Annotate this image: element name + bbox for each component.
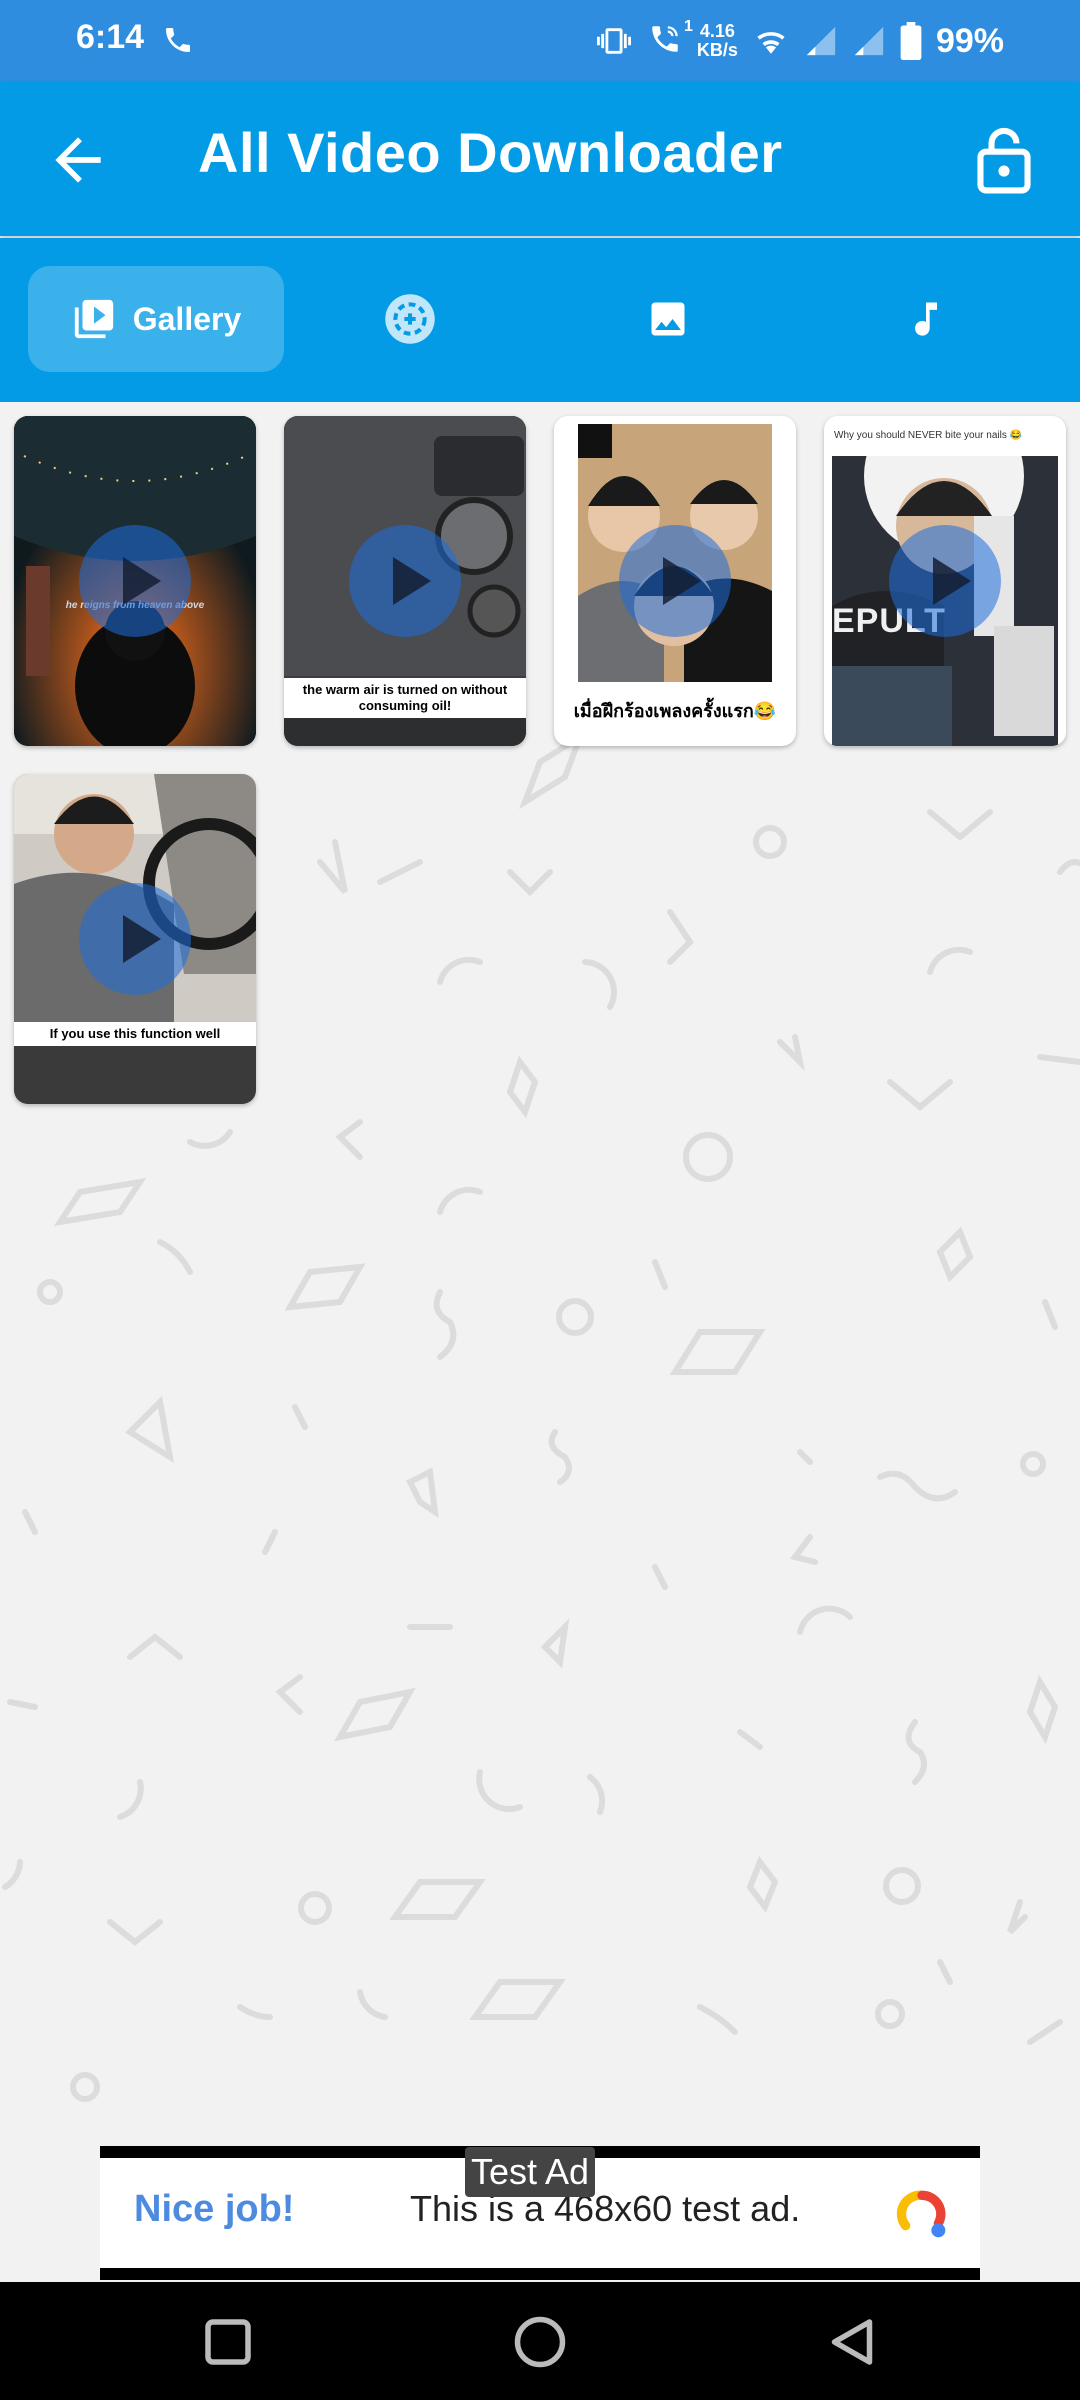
video-gallery-icon bbox=[74, 299, 113, 339]
network-speed-unit: KB/s bbox=[696, 40, 738, 60]
network-speed-value: 4.16 bbox=[699, 21, 735, 41]
tab-gallery[interactable]: Gallery bbox=[28, 266, 284, 372]
tab-gallery-label: Gallery bbox=[132, 300, 242, 337]
wifi-icon bbox=[757, 32, 785, 54]
status-saver-icon bbox=[385, 294, 435, 344]
play-icon bbox=[619, 525, 731, 637]
tab-images[interactable] bbox=[588, 266, 748, 372]
tab-music[interactable] bbox=[846, 266, 1006, 372]
play-icon bbox=[889, 525, 1001, 637]
status-time: 6:14 bbox=[76, 18, 145, 56]
wifi-calling-icon bbox=[652, 25, 678, 52]
gallery-content: he reigns from heaven above the warm air… bbox=[0, 402, 1080, 2144]
play-icon bbox=[79, 525, 191, 637]
unlock-icon[interactable] bbox=[970, 124, 1038, 196]
status-bar: 6:14 1 4.16 KB/s 99% bbox=[0, 0, 1080, 82]
thumbnail-caption: Why you should NEVER bite your nails 😂 bbox=[834, 430, 1023, 441]
status-icons: 1 4.16 KB/s 99% bbox=[595, 14, 1004, 68]
thumbnail-caption: เมื่อฝึกร้องเพลงครั้งแรก😂 bbox=[573, 701, 777, 721]
music-note-icon bbox=[915, 302, 937, 336]
signal-icon-sim2 bbox=[854, 26, 884, 56]
battery-icon bbox=[900, 22, 922, 60]
app-title: All Video Downloader bbox=[198, 121, 783, 184]
video-thumbnail[interactable]: he reigns from heaven above bbox=[14, 416, 256, 746]
test-ad-label: Test Ad bbox=[465, 2147, 596, 2197]
image-icon bbox=[651, 302, 685, 336]
thumbnail-caption: the warm air is turned on without consum… bbox=[284, 678, 526, 718]
system-nav-bar bbox=[0, 2282, 1080, 2400]
vibrate-icon bbox=[596, 28, 631, 54]
call-badge: 1 bbox=[684, 17, 693, 35]
back-arrow-icon[interactable] bbox=[44, 126, 112, 194]
play-icon bbox=[79, 883, 191, 995]
video-thumbnail[interactable]: เมื่อฝึกร้องเพลงครั้งแรก😂 bbox=[554, 416, 796, 746]
video-thumbnail[interactable]: Why you should NEVER bite your nails 😂 E… bbox=[824, 416, 1066, 746]
signal-icon-sim1 bbox=[806, 26, 836, 56]
phone-icon bbox=[166, 28, 190, 52]
battery-percent: 99% bbox=[935, 21, 1004, 60]
app-bar: All Video Downloader bbox=[0, 82, 1080, 236]
thumbnail-caption: If you use this function well bbox=[14, 1022, 256, 1046]
play-icon bbox=[349, 525, 461, 637]
ad-network-logo-icon bbox=[896, 2190, 946, 2238]
recent-apps-icon[interactable] bbox=[198, 2312, 258, 2372]
back-nav-icon[interactable] bbox=[822, 2312, 882, 2372]
tab-bar: Gallery bbox=[0, 238, 1080, 402]
home-icon[interactable] bbox=[510, 2312, 570, 2372]
tab-status[interactable] bbox=[330, 266, 490, 372]
network-speed: 4.16 KB/s bbox=[697, 22, 738, 60]
video-thumbnail[interactable]: the warm air is turned on without consum… bbox=[284, 416, 526, 746]
video-thumbnail[interactable]: If you use this function well bbox=[14, 774, 256, 1104]
ad-title: Nice job! bbox=[134, 2188, 295, 2230]
